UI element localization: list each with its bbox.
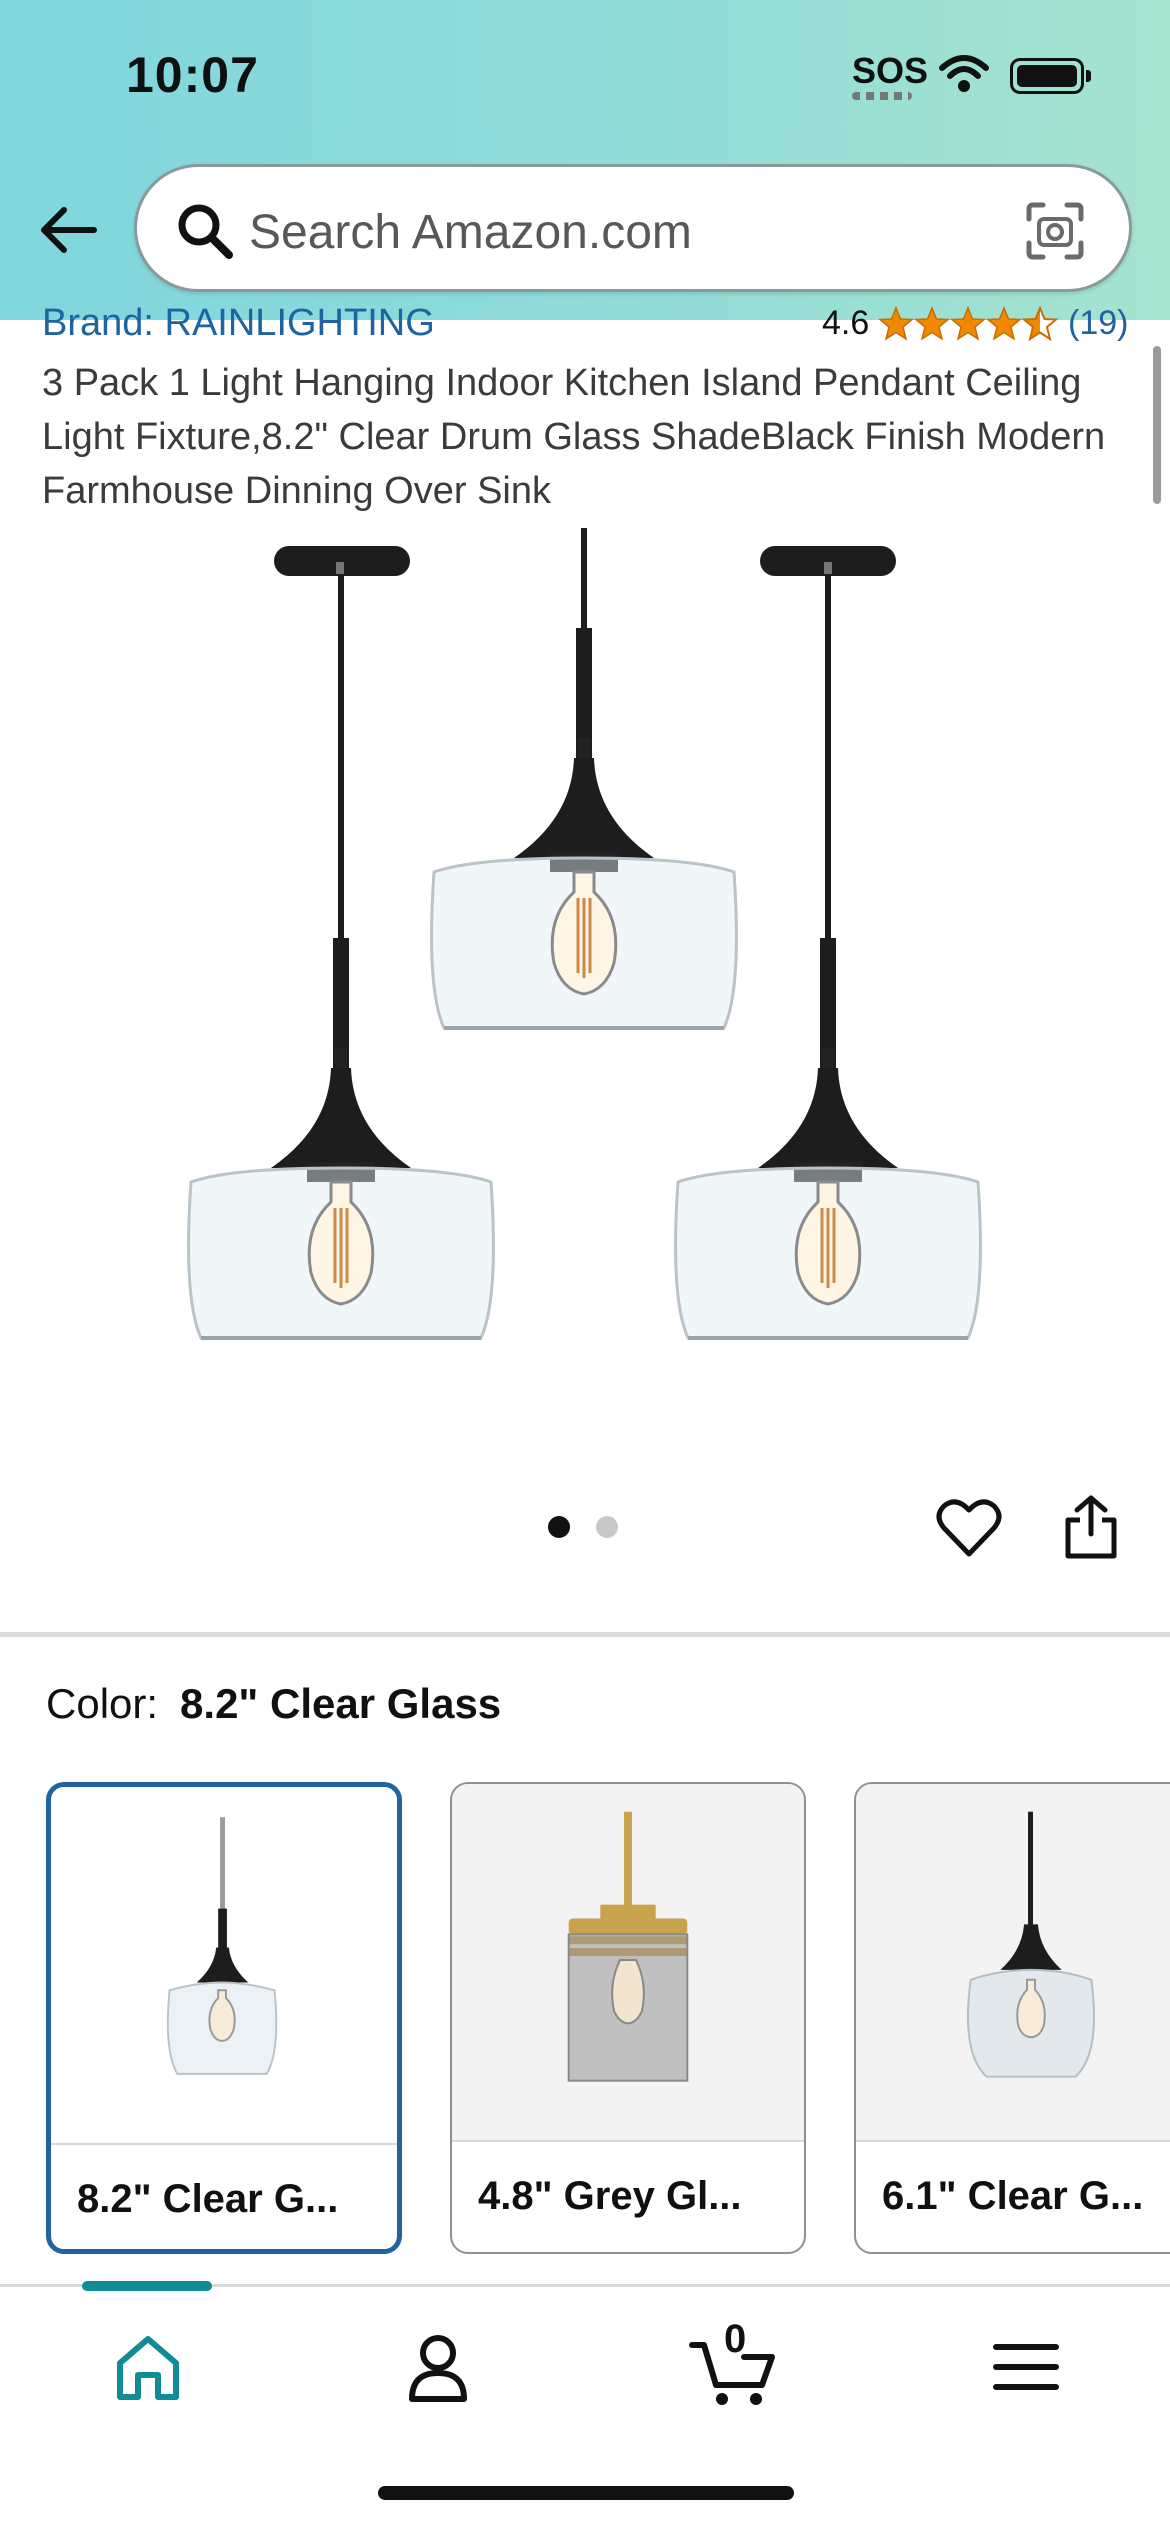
swatch-label: 6.1" Clear G... bbox=[882, 2174, 1144, 2218]
app-header: 10:07 SOS Search Amazon.com bbox=[0, 0, 1170, 320]
menu-icon[interactable] bbox=[986, 2327, 1066, 2407]
swatch-image bbox=[51, 1787, 397, 2143]
color-option-2[interactable]: 4.8" Grey Gl... bbox=[450, 1782, 806, 2254]
rating-stars-icon[interactable] bbox=[878, 306, 1058, 342]
swatch-separator bbox=[452, 2140, 804, 2142]
brand-link[interactable]: Brand: RAINLIGHTING bbox=[42, 302, 435, 345]
share-icon[interactable] bbox=[1062, 1494, 1120, 1560]
account-icon[interactable] bbox=[398, 2327, 478, 2407]
back-arrow-icon[interactable] bbox=[36, 198, 100, 262]
sos-indicator: SOS bbox=[852, 50, 929, 91]
swatch-image bbox=[856, 1784, 1170, 2140]
section-divider bbox=[0, 1632, 1170, 1637]
camera-lens-icon[interactable] bbox=[1025, 201, 1085, 261]
color-option-1[interactable]: 8.2" Clear G... bbox=[46, 1782, 402, 2254]
review-count-link[interactable]: (19) bbox=[1068, 304, 1128, 343]
product-image[interactable] bbox=[150, 528, 1020, 1408]
battery-nub bbox=[1086, 70, 1091, 82]
swatch-label: 8.2" Clear G... bbox=[77, 2177, 339, 2221]
home-indicator[interactable] bbox=[378, 2486, 794, 2500]
wifi-icon bbox=[939, 55, 989, 92]
status-time: 10:07 bbox=[126, 47, 259, 103]
pagination-dot[interactable] bbox=[596, 1516, 618, 1538]
active-tab-indicator bbox=[82, 2281, 212, 2291]
color-selected-value: 8.2" Clear Glass bbox=[180, 1680, 502, 1727]
swatch-image bbox=[452, 1784, 804, 2140]
color-option-3[interactable]: 6.1" Clear G... bbox=[854, 1782, 1170, 2254]
swatch-label: 4.8" Grey Gl... bbox=[478, 2174, 742, 2218]
heart-icon[interactable] bbox=[936, 1498, 1002, 1558]
search-icon bbox=[178, 204, 233, 259]
home-icon[interactable] bbox=[108, 2327, 188, 2407]
swatch-separator bbox=[51, 2143, 397, 2145]
rating-value: 4.6 bbox=[822, 304, 870, 342]
search-input[interactable]: Search Amazon.com bbox=[249, 205, 692, 260]
battery-icon bbox=[1010, 58, 1084, 94]
color-label: Color: bbox=[46, 1680, 159, 1727]
product-title: 3 Pack 1 Light Hanging Indoor Kitchen Is… bbox=[42, 362, 1106, 512]
scrollbar[interactable] bbox=[1153, 346, 1161, 504]
search-bar[interactable]: Search Amazon.com bbox=[134, 164, 1132, 292]
cart-count-badge: 0 bbox=[724, 2317, 747, 2361]
swatch-separator bbox=[856, 2140, 1170, 2142]
pagination-dot-active[interactable] bbox=[548, 1516, 570, 1538]
signal-dots bbox=[852, 92, 912, 100]
color-selector-heading: Color: 8.2" Clear Glass bbox=[46, 1680, 501, 1728]
